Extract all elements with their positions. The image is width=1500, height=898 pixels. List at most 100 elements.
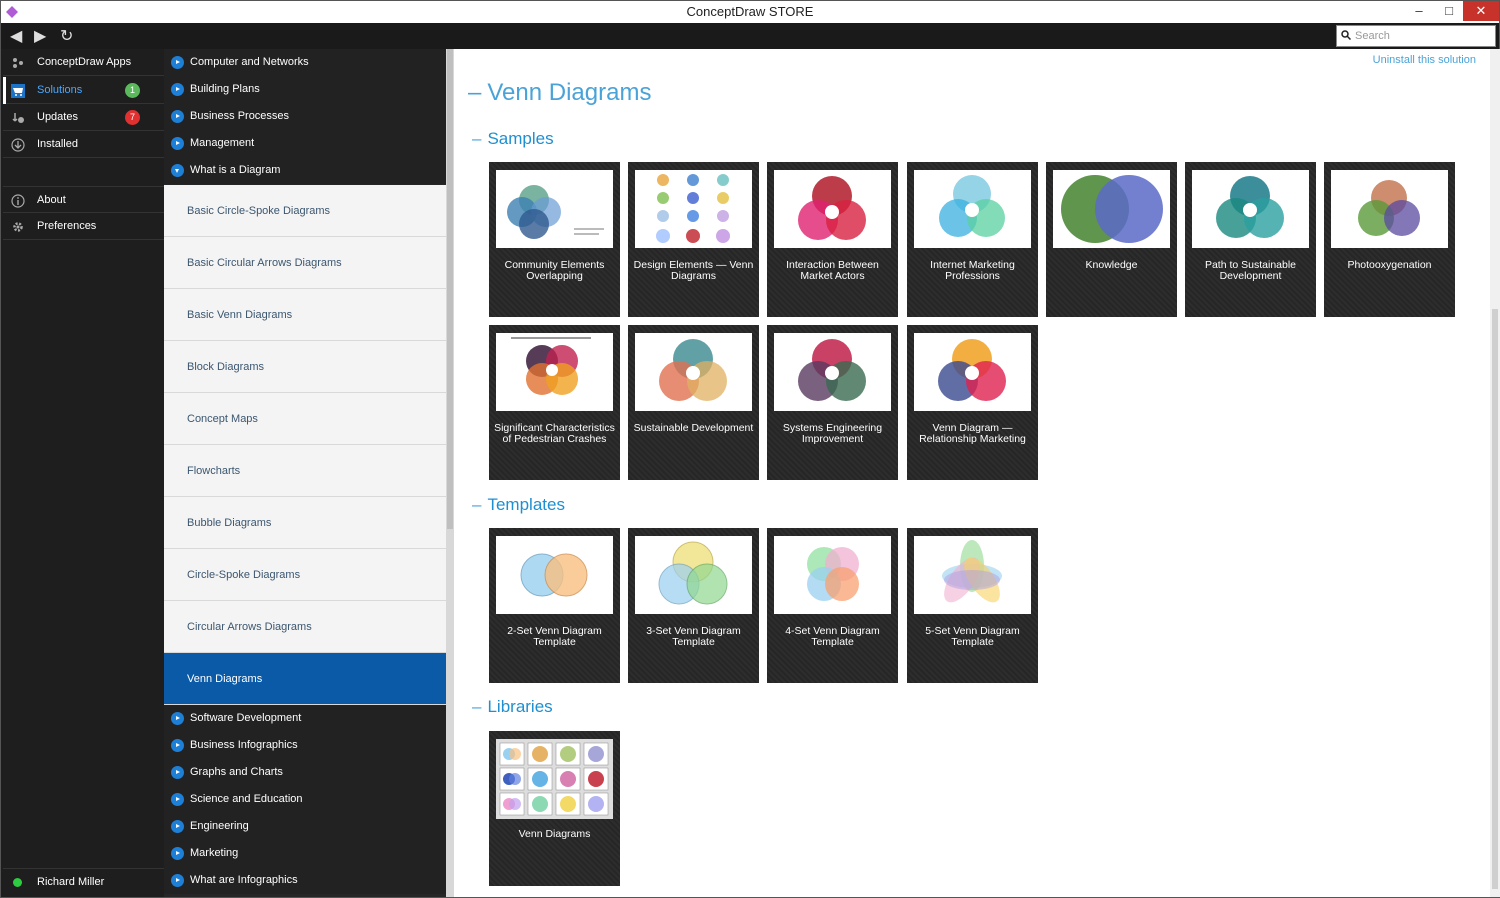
template-thumbnail <box>635 536 752 614</box>
solution-item[interactable]: Basic Venn Diagrams <box>164 289 446 341</box>
category-item[interactable]: Engineering <box>164 813 446 840</box>
template-card[interactable]: 3-Set Venn Diagram Template <box>628 528 759 683</box>
template-title: 2-Set Venn Diagram Template <box>507 625 602 648</box>
category-item[interactable]: Management <box>164 130 446 157</box>
search-placeholder: Search <box>1355 30 1390 42</box>
category-label: Science and Education <box>190 793 303 805</box>
apps-icon <box>13 58 23 68</box>
sample-card[interactable]: Interaction Between Market Actors <box>767 162 898 317</box>
close-button[interactable]: ✕ <box>1463 1 1499 21</box>
category-item[interactable]: Graphs and Charts <box>164 759 446 786</box>
sample-thumbnail <box>1192 170 1309 248</box>
nav-solutions[interactable]: Solutions 1 <box>3 77 164 104</box>
updates-icon <box>12 113 24 123</box>
uninstall-link[interactable]: Uninstall this solution <box>1373 54 1476 66</box>
category-label: What are Infographics <box>190 874 298 886</box>
nav-preferences[interactable]: Preferences <box>3 213 164 240</box>
user-status[interactable]: Richard Miller <box>3 868 164 895</box>
solution-item[interactable]: Basic Circular Arrows Diagrams <box>164 237 446 289</box>
collapse-icon <box>171 164 184 177</box>
active-indicator <box>3 77 6 104</box>
scrollbar-thumb[interactable] <box>447 49 453 529</box>
template-title: 3-Set Venn Diagram Template <box>646 625 741 648</box>
template-title: 5-Set Venn Diagram Template <box>925 625 1020 648</box>
template-card[interactable]: 4-Set Venn Diagram Template <box>767 528 898 683</box>
section-libraries[interactable]: – Libraries <box>472 697 553 717</box>
sample-card[interactable]: Photooxygenation <box>1324 162 1455 317</box>
nav-updates[interactable]: Updates 7 <box>3 104 164 131</box>
template-card[interactable]: 2-Set Venn Diagram Template <box>489 528 620 683</box>
search-icon <box>1341 30 1351 40</box>
solution-item[interactable]: Circle-Spoke Diagrams <box>164 549 446 601</box>
category-item[interactable]: What are Infographics <box>164 867 446 894</box>
maximize-button[interactable]: □ <box>1434 1 1464 21</box>
sample-card[interactable]: Significant Characteristics of Pedestria… <box>489 325 620 480</box>
sample-card[interactable]: Sustainable Development <box>628 325 759 480</box>
category-item[interactable]: Science and Education <box>164 786 446 813</box>
categories-scrollbar[interactable] <box>446 49 454 897</box>
solution-content: Uninstall this solution – Venn Diagrams –… <box>454 49 1490 897</box>
expand-icon <box>171 712 184 725</box>
sample-thumbnail <box>635 333 752 411</box>
section-samples[interactable]: – Samples <box>472 129 554 149</box>
solution-item[interactable]: Flowcharts <box>164 445 446 497</box>
nav-conceptdraw-apps[interactable]: ConceptDraw Apps <box>3 49 164 76</box>
sample-card[interactable]: Venn Diagram — Relationship Marketing <box>907 325 1038 480</box>
template-thumbnail <box>914 536 1031 614</box>
category-item[interactable]: Business Infographics <box>164 732 446 759</box>
template-title: 4-Set Venn Diagram Template <box>785 625 880 648</box>
sample-title: Community Elements Overlapping <box>504 259 605 282</box>
sample-title: Sustainable Development <box>633 422 754 434</box>
category-item[interactable]: Marketing <box>164 840 446 867</box>
back-icon[interactable]: ◀ <box>10 26 22 46</box>
section-templates[interactable]: – Templates <box>472 495 565 515</box>
download-icon <box>11 138 25 152</box>
expand-icon <box>171 874 184 887</box>
app-window: ConceptDraw STORE – □ ✕ ◀ ▶ ↻ Search Con… <box>0 0 1500 898</box>
library-card[interactable]: Venn Diagrams <box>489 731 620 886</box>
nav-installed[interactable]: Installed <box>3 131 164 158</box>
category-label: Business Infographics <box>190 739 298 751</box>
content-scrollbar[interactable] <box>1490 49 1500 897</box>
category-label: Engineering <box>190 820 249 832</box>
category-label: Software Development <box>190 712 302 724</box>
sample-card[interactable]: Knowledge <box>1046 162 1177 317</box>
solution-item[interactable]: Basic Circle-Spoke Diagrams <box>164 185 446 237</box>
nav-label: Solutions <box>37 84 83 96</box>
category-label: Graphs and Charts <box>190 766 283 778</box>
expand-icon <box>171 739 184 752</box>
library-title: Venn Diagrams <box>518 828 591 840</box>
category-item-expanded[interactable]: What is a Diagram <box>164 157 446 184</box>
solution-item[interactable]: Concept Maps <box>164 393 446 445</box>
minimize-button[interactable]: – <box>1404 1 1434 21</box>
sample-card[interactable]: Community Elements Overlapping <box>489 162 620 317</box>
sample-card[interactable]: Systems Engineering Improvement <box>767 325 898 480</box>
forward-icon[interactable]: ▶ <box>34 26 46 46</box>
expand-icon <box>171 110 184 123</box>
sample-card[interactable]: Internet Marketing Professions <box>907 162 1038 317</box>
nav-about[interactable]: About <box>3 186 164 213</box>
category-item[interactable]: Software Development <box>164 705 446 732</box>
template-card[interactable]: 5-Set Venn Diagram Template <box>907 528 1038 683</box>
sample-title: Path to Sustainable Development <box>1204 259 1297 282</box>
search-input[interactable]: Search <box>1336 25 1496 47</box>
sample-thumbnail <box>914 170 1031 248</box>
refresh-icon[interactable]: ↻ <box>60 26 73 46</box>
cart-icon <box>11 84 25 98</box>
solution-item[interactable]: Block Diagrams <box>164 341 446 393</box>
category-item[interactable]: Business Processes <box>164 103 446 130</box>
nav-label: About <box>37 194 66 206</box>
sample-card[interactable]: Path to Sustainable Development <box>1185 162 1316 317</box>
category-item[interactable]: Building Plans <box>164 76 446 103</box>
sample-card[interactable]: Design Elements — Venn Diagrams <box>628 162 759 317</box>
scrollbar-thumb[interactable] <box>1492 309 1498 889</box>
solution-item[interactable]: Bubble Diagrams <box>164 497 446 549</box>
solution-item-selected[interactable]: Venn Diagrams <box>164 653 446 705</box>
category-item[interactable]: Computer and Networks <box>164 49 446 76</box>
online-status-icon <box>13 878 22 887</box>
expand-icon <box>171 793 184 806</box>
expand-icon <box>171 847 184 860</box>
sample-title: Knowledge <box>1085 259 1138 271</box>
solution-item[interactable]: Circular Arrows Diagrams <box>164 601 446 653</box>
sample-title: Design Elements — Venn Diagrams <box>633 259 754 282</box>
